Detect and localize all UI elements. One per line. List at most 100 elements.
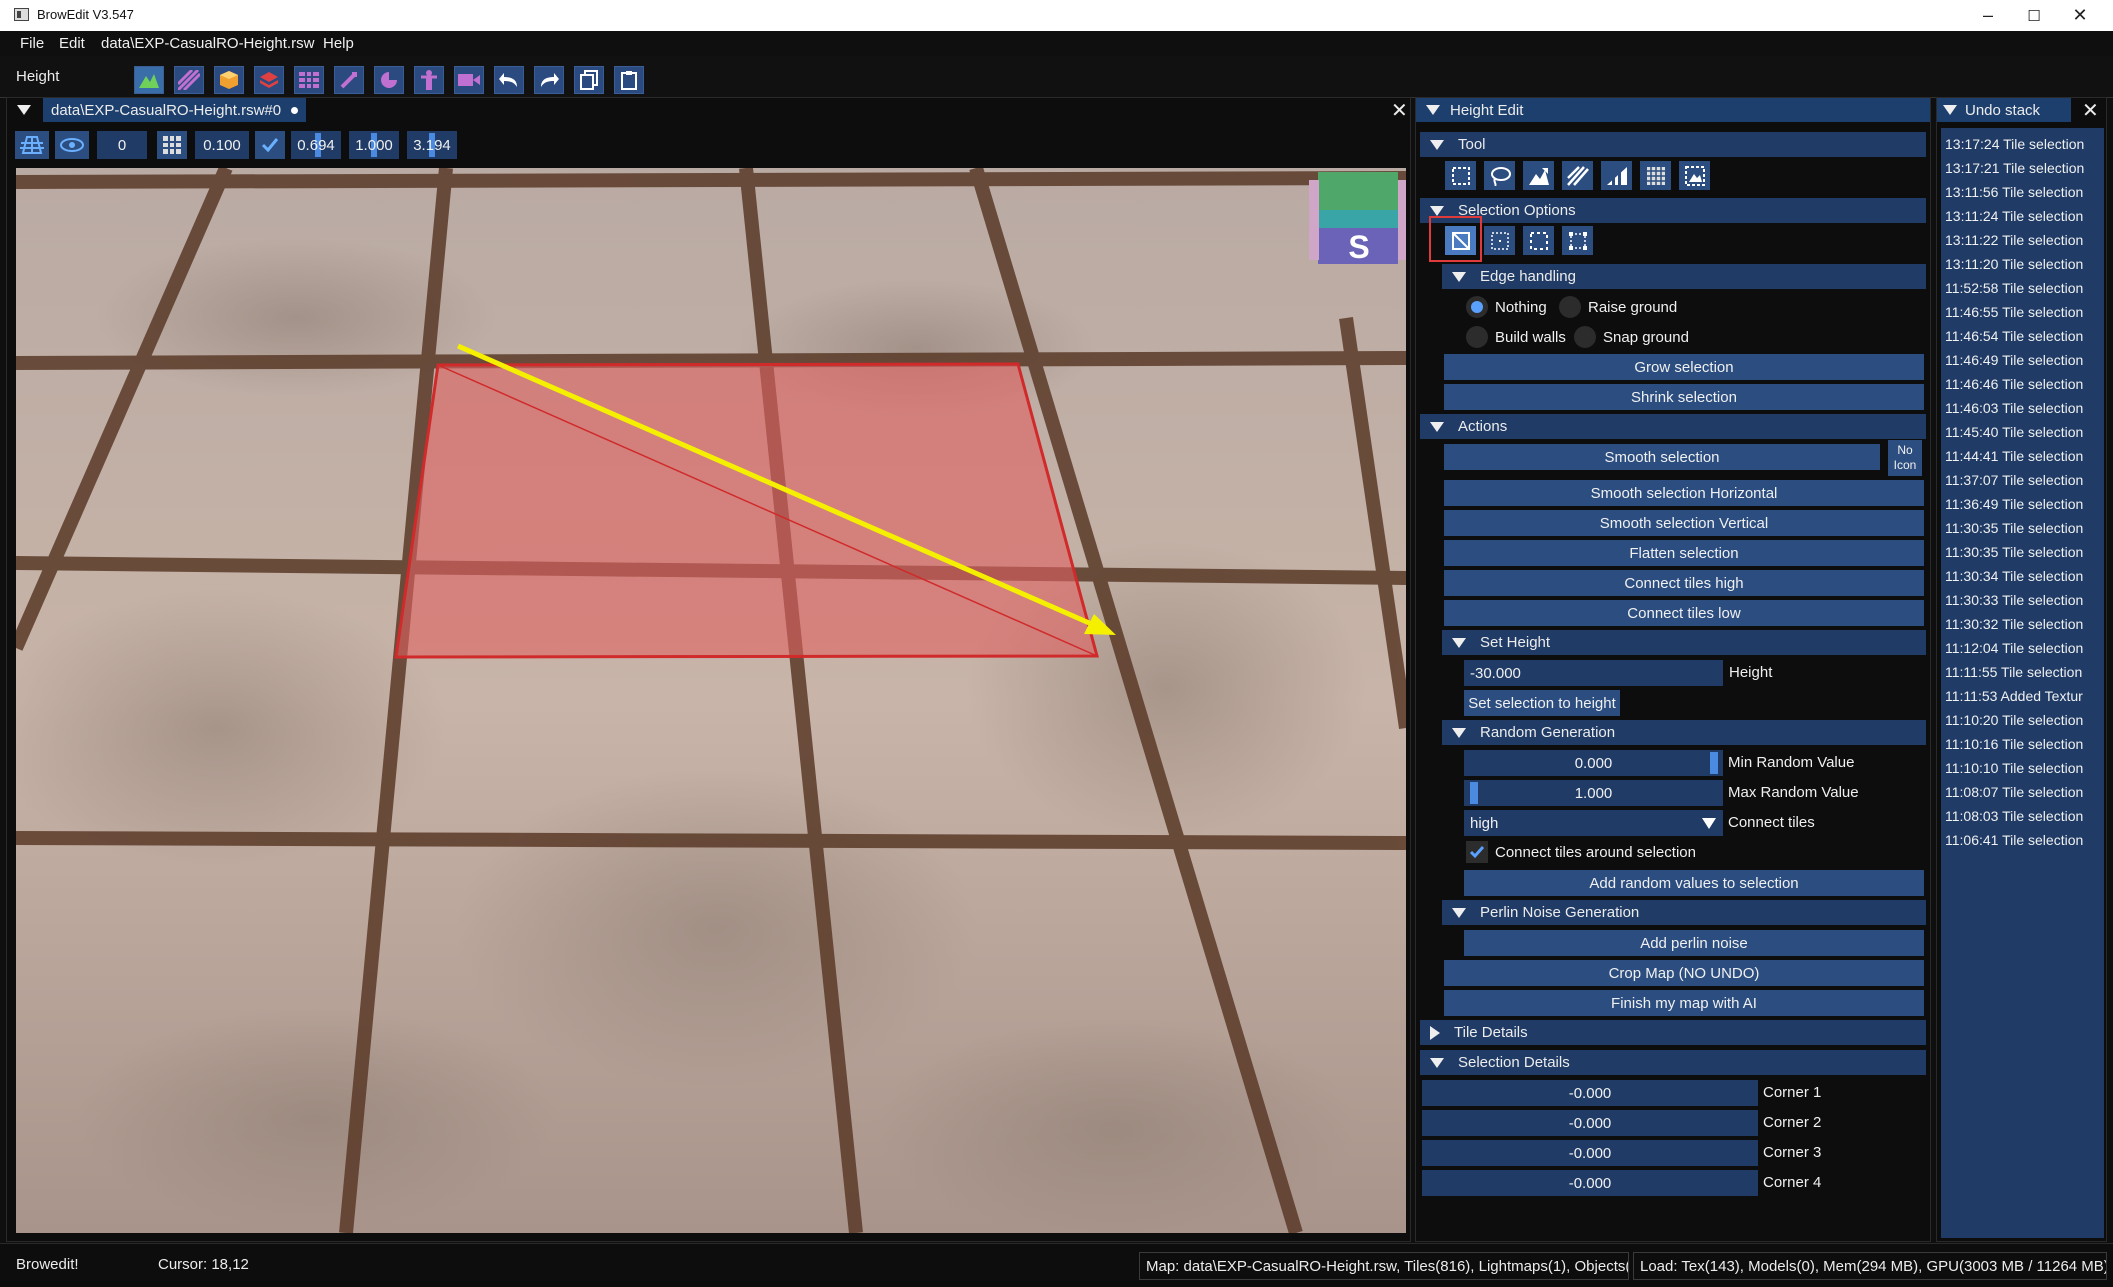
undo-entry[interactable]: 13:11:56 Tile selection bbox=[1945, 184, 2083, 200]
undo-icon[interactable] bbox=[494, 66, 524, 94]
undo-entry[interactable]: 11:10:20 Tile selection bbox=[1945, 712, 2083, 728]
selection-options-header[interactable]: Selection Options bbox=[1420, 198, 1926, 223]
redo-icon[interactable] bbox=[534, 66, 564, 94]
connect-high-button[interactable]: Connect tiles high bbox=[1444, 570, 1924, 596]
close-panel-icon[interactable]: ✕ bbox=[2082, 98, 2099, 123]
menu-edit[interactable]: Edit bbox=[59, 35, 85, 52]
connect-low-button[interactable]: Connect tiles low bbox=[1444, 600, 1924, 626]
select-all-icon[interactable] bbox=[1640, 161, 1671, 190]
menu-file[interactable]: File bbox=[20, 35, 44, 52]
connect-mode-select[interactable]: high bbox=[1464, 810, 1723, 836]
water-edit-icon[interactable] bbox=[334, 66, 364, 94]
radio-nothing[interactable] bbox=[1466, 296, 1488, 318]
selection-details-header[interactable]: Selection Details bbox=[1420, 1050, 1926, 1075]
crop-map-button[interactable]: Crop Map (NO UNDO) bbox=[1444, 960, 1924, 986]
undo-entry[interactable]: 11:08:03 Tile selection bbox=[1945, 808, 2083, 824]
lightmap-edit-icon[interactable] bbox=[374, 66, 404, 94]
slider-1[interactable]: 0.694 bbox=[291, 131, 341, 159]
undo-entry[interactable]: 13:11:22 Tile selection bbox=[1945, 232, 2083, 248]
maximize-button[interactable]: ☐ bbox=[2011, 0, 2057, 31]
menu-help[interactable]: Help bbox=[323, 35, 354, 52]
smooth-horizontal-button[interactable]: Smooth selection Horizontal bbox=[1444, 480, 1924, 506]
tool-section-header[interactable]: Tool bbox=[1420, 132, 1926, 157]
viewport-tab[interactable]: data\EXP-CasualRO-Height.rsw#0 bbox=[43, 98, 307, 122]
undo-entry[interactable]: 11:11:55 Tile selection bbox=[1945, 664, 2082, 680]
add-random-button[interactable]: Add random values to selection bbox=[1464, 870, 1924, 896]
object-edit-icon[interactable] bbox=[214, 66, 244, 94]
tile-details-header[interactable]: Tile Details bbox=[1420, 1020, 1926, 1045]
3d-viewport[interactable]: S bbox=[16, 168, 1406, 1233]
select-corners-icon[interactable] bbox=[1562, 226, 1593, 255]
finish-map-ai-button[interactable]: Finish my map with AI bbox=[1444, 990, 1924, 1016]
set-selection-to-height-button[interactable]: Set selection to height bbox=[1464, 690, 1620, 716]
undo-entry[interactable]: 13:17:24 Tile selection bbox=[1945, 136, 2084, 152]
eye-icon[interactable] bbox=[55, 131, 89, 159]
slider-2[interactable]: 1.000 bbox=[349, 131, 399, 159]
gat-edit-icon[interactable] bbox=[294, 66, 324, 94]
random-generation-header[interactable]: Random Generation bbox=[1442, 720, 1926, 745]
undo-entry[interactable]: 13:11:24 Tile selection bbox=[1945, 208, 2083, 224]
copy-icon[interactable] bbox=[574, 66, 604, 94]
select-texture-icon[interactable] bbox=[1562, 161, 1593, 190]
undo-entry[interactable]: 11:30:35 Tile selection bbox=[1945, 544, 2083, 560]
height-edit-icon[interactable] bbox=[134, 66, 164, 94]
close-tab-icon[interactable]: ✕ bbox=[1391, 98, 1408, 123]
undo-entry[interactable]: 11:44:41 Tile selection bbox=[1945, 448, 2083, 464]
close-button[interactable]: ✕ bbox=[2057, 0, 2103, 31]
connect-around-checkbox[interactable] bbox=[1466, 841, 1488, 863]
snap-check-icon[interactable] bbox=[255, 131, 285, 159]
undo-entry[interactable]: 11:11:53 Added Textur bbox=[1945, 688, 2083, 704]
undo-entry[interactable]: 11:46:54 Tile selection bbox=[1945, 328, 2083, 344]
undo-entry[interactable]: 11:10:10 Tile selection bbox=[1945, 760, 2083, 776]
grid-toggle-icon[interactable] bbox=[15, 131, 49, 159]
corner-4-input[interactable]: -0.000 bbox=[1422, 1170, 1758, 1196]
orientation-cube-icon[interactable]: S bbox=[1309, 172, 1406, 265]
corner-3-input[interactable]: -0.000 bbox=[1422, 1140, 1758, 1166]
actions-header[interactable]: Actions bbox=[1420, 414, 1926, 439]
select-image-icon[interactable] bbox=[1679, 161, 1710, 190]
undo-entry[interactable]: 11:46:46 Tile selection bbox=[1945, 376, 2083, 392]
texture-edit-icon[interactable] bbox=[174, 66, 204, 94]
select-border-icon[interactable] bbox=[1523, 226, 1554, 255]
radio-raise-ground[interactable] bbox=[1559, 296, 1581, 318]
radio-build-walls[interactable] bbox=[1466, 326, 1488, 348]
flatten-selection-button[interactable]: Flatten selection bbox=[1444, 540, 1924, 566]
slider-3[interactable]: 3.194 bbox=[407, 131, 457, 159]
shrink-selection-button[interactable]: Shrink selection bbox=[1444, 384, 1924, 410]
height-input[interactable]: -30.000 bbox=[1464, 660, 1723, 686]
add-perlin-button[interactable]: Add perlin noise bbox=[1464, 930, 1924, 956]
rotation-input[interactable]: 0 bbox=[97, 131, 147, 159]
undo-entry[interactable]: 11:46:03 Tile selection bbox=[1945, 400, 2083, 416]
undo-entry[interactable]: 11:37:07 Tile selection bbox=[1945, 472, 2083, 488]
undo-entry[interactable]: 11:30:32 Tile selection bbox=[1945, 616, 2083, 632]
undo-entry[interactable]: 11:12:04 Tile selection bbox=[1945, 640, 2083, 656]
corner-1-input[interactable]: -0.000 bbox=[1422, 1080, 1758, 1106]
collapse-icon[interactable] bbox=[1943, 105, 1957, 115]
undo-entry[interactable]: 11:08:07 Tile selection bbox=[1945, 784, 2083, 800]
select-inner-icon[interactable] bbox=[1484, 226, 1515, 255]
undo-entry[interactable]: 11:36:49 Tile selection bbox=[1945, 496, 2083, 512]
select-similar-height-icon[interactable] bbox=[1523, 161, 1554, 190]
max-random-slider[interactable]: 1.000 bbox=[1464, 780, 1723, 806]
grid-size-input[interactable]: 0.100 bbox=[195, 131, 249, 159]
smooth-selection-button[interactable]: Smooth selection bbox=[1444, 444, 1880, 470]
undo-entry[interactable]: 11:52:58 Tile selection bbox=[1945, 280, 2083, 296]
set-height-header[interactable]: Set Height bbox=[1442, 630, 1926, 655]
minimize-button[interactable]: – bbox=[1965, 0, 2011, 31]
undo-entry[interactable]: 11:30:33 Tile selection bbox=[1945, 592, 2083, 608]
undo-entry[interactable]: 11:46:55 Tile selection bbox=[1945, 304, 2083, 320]
collapse-icon[interactable] bbox=[1426, 105, 1440, 115]
undo-entry[interactable]: 11:10:16 Tile selection bbox=[1945, 736, 2083, 752]
cinematic-icon[interactable] bbox=[414, 66, 444, 94]
smooth-vertical-button[interactable]: Smooth selection Vertical bbox=[1444, 510, 1924, 536]
radio-snap-ground[interactable] bbox=[1574, 326, 1596, 348]
no-icon-button[interactable]: No Icon bbox=[1888, 440, 1922, 476]
lasso-select-icon[interactable] bbox=[1484, 161, 1515, 190]
corner-2-input[interactable]: -0.000 bbox=[1422, 1110, 1758, 1136]
undo-entry[interactable]: 11:45:40 Tile selection bbox=[1945, 424, 2083, 440]
min-random-slider[interactable]: 0.000 bbox=[1464, 750, 1723, 776]
perlin-header[interactable]: Perlin Noise Generation bbox=[1442, 900, 1926, 925]
height-chart-icon[interactable] bbox=[1601, 161, 1632, 190]
undo-entry[interactable]: 13:11:20 Tile selection bbox=[1945, 256, 2083, 272]
camera-icon[interactable] bbox=[454, 66, 484, 94]
